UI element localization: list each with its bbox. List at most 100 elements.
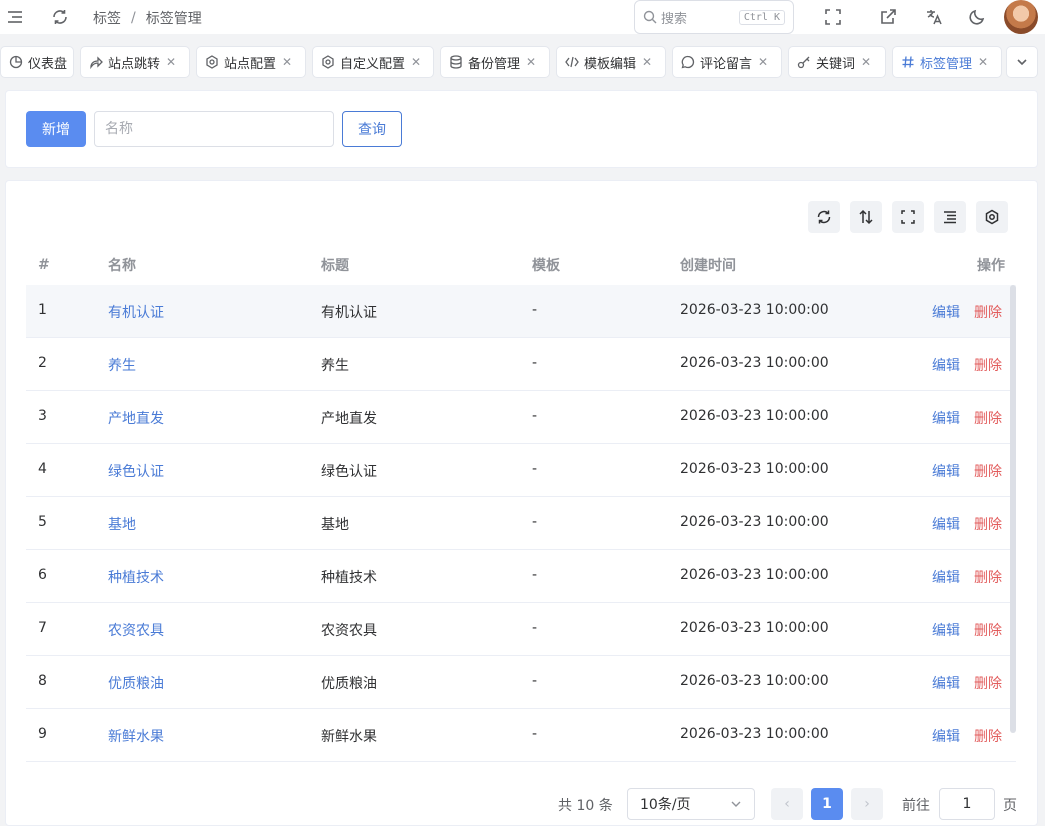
edit-button[interactable]: 编辑 bbox=[932, 673, 960, 693]
cell-title: 绿色认证 bbox=[321, 464, 377, 480]
tabs-bar: 仪表盘 站点跳转 ✕ 站点配置 ✕ 自定义配置 ✕ 备份管理 ✕ 模板编辑 ✕ … bbox=[0, 44, 1045, 80]
tab-comments[interactable]: 评论留言 ✕ bbox=[672, 46, 782, 78]
table-density-button[interactable] bbox=[934, 201, 966, 233]
next-page-button[interactable]: › bbox=[851, 788, 883, 820]
cell-name-link[interactable]: 新鲜水果 bbox=[108, 726, 164, 746]
cell-index: 5 bbox=[38, 514, 47, 530]
prev-page-button[interactable]: ‹ bbox=[771, 788, 803, 820]
dark-mode-icon[interactable] bbox=[962, 2, 992, 32]
cell-created-time: 2026-03-23 10:00:00 bbox=[680, 726, 829, 742]
tabs-more-button[interactable] bbox=[1006, 46, 1038, 78]
edit-button[interactable]: 编辑 bbox=[932, 302, 960, 322]
search-shortcut: Ctrl K bbox=[738, 9, 785, 25]
cell-created-time: 2026-03-23 10:00:00 bbox=[680, 408, 829, 424]
cell-title: 有机认证 bbox=[321, 305, 377, 321]
tab-label: 自定义配置 bbox=[340, 56, 406, 72]
tab-tag-management[interactable]: 标签管理 ✕ bbox=[892, 46, 1002, 78]
page-number-current[interactable]: 1 bbox=[811, 788, 843, 820]
edit-button[interactable]: 编辑 bbox=[932, 461, 960, 481]
cell-name-link[interactable]: 有机认证 bbox=[108, 302, 164, 322]
user-avatar[interactable] bbox=[1004, 0, 1038, 34]
global-search[interactable]: 搜索 Ctrl K bbox=[634, 0, 794, 34]
edit-button[interactable]: 编辑 bbox=[932, 726, 960, 746]
edit-button[interactable]: 编辑 bbox=[932, 408, 960, 428]
table-sort-button[interactable] bbox=[850, 201, 882, 233]
cell-created-time: 2026-03-23 10:00:00 bbox=[680, 620, 829, 636]
close-icon[interactable]: ✕ bbox=[861, 55, 871, 69]
cell-name-link[interactable]: 养生 bbox=[108, 355, 136, 375]
cell-name-link[interactable]: 基地 bbox=[108, 514, 136, 534]
close-icon[interactable]: ✕ bbox=[526, 55, 536, 69]
page-size-select[interactable]: 10条/页 bbox=[627, 788, 755, 820]
close-icon[interactable]: ✕ bbox=[282, 55, 292, 69]
cell-index: 3 bbox=[38, 408, 47, 424]
search-icon bbox=[643, 10, 657, 24]
tab-site-redirect[interactable]: 站点跳转 ✕ bbox=[80, 46, 190, 78]
table-row: 2 养生 养生 - 2026-03-23 10:00:00 编辑 删除 bbox=[26, 338, 1016, 391]
cell-name-link[interactable]: 优质粮油 bbox=[108, 673, 164, 693]
close-icon[interactable]: ✕ bbox=[642, 55, 652, 69]
cell-index: 1 bbox=[38, 302, 47, 318]
table-settings-button[interactable] bbox=[976, 201, 1008, 233]
name-search-input[interactable] bbox=[94, 111, 334, 147]
delete-button[interactable]: 删除 bbox=[974, 461, 1002, 481]
cell-name-link[interactable]: 种植技术 bbox=[108, 567, 164, 587]
delete-button[interactable]: 删除 bbox=[974, 726, 1002, 746]
tab-custom-config[interactable]: 自定义配置 ✕ bbox=[312, 46, 434, 78]
delete-button[interactable]: 删除 bbox=[974, 514, 1002, 534]
delete-button[interactable]: 删除 bbox=[974, 302, 1002, 322]
cell-name-link[interactable]: 农资农具 bbox=[108, 620, 164, 640]
column-header: 操作 bbox=[977, 258, 1005, 274]
tab-template-edit[interactable]: 模板编辑 ✕ bbox=[556, 46, 666, 78]
tab-dashboard[interactable]: 仪表盘 bbox=[0, 46, 74, 78]
cell-name-link[interactable]: 产地直发 bbox=[108, 408, 164, 428]
tab-backup[interactable]: 备份管理 ✕ bbox=[440, 46, 550, 78]
delete-button[interactable]: 删除 bbox=[974, 673, 1002, 693]
gear-icon bbox=[321, 55, 335, 69]
goto-label: 前往 bbox=[902, 798, 930, 814]
tab-label: 评论留言 bbox=[700, 56, 753, 72]
tab-label: 站点配置 bbox=[224, 56, 277, 72]
table-card: # 名称 标题 模板 创建时间 操作 1 有机认证 有机认证 - 2026-03-23 … bbox=[5, 180, 1038, 826]
table-fullscreen-button[interactable] bbox=[892, 201, 924, 233]
query-button[interactable]: 查询 bbox=[342, 111, 402, 147]
goto-page-input[interactable] bbox=[939, 788, 995, 820]
gear-icon bbox=[205, 55, 219, 69]
breadcrumb-item[interactable]: 标签 bbox=[93, 8, 121, 28]
menu-toggle-icon[interactable] bbox=[0, 2, 30, 32]
table-row: 4 绿色认证 绿色认证 - 2026-03-23 10:00:00 编辑 删除 bbox=[26, 444, 1016, 497]
cell-name-link[interactable]: 绿色认证 bbox=[108, 461, 164, 481]
delete-button[interactable]: 删除 bbox=[974, 567, 1002, 587]
cell-template: - bbox=[532, 673, 538, 689]
close-icon[interactable]: ✕ bbox=[758, 55, 768, 69]
edit-button[interactable]: 编辑 bbox=[932, 355, 960, 375]
close-icon[interactable]: ✕ bbox=[166, 55, 176, 69]
delete-button[interactable]: 删除 bbox=[974, 620, 1002, 640]
close-icon[interactable]: ✕ bbox=[411, 55, 421, 69]
tab-keywords[interactable]: 关键词 ✕ bbox=[788, 46, 886, 78]
fullscreen-icon bbox=[901, 210, 915, 224]
edit-button[interactable]: 编辑 bbox=[932, 620, 960, 640]
cell-title: 种植技术 bbox=[321, 570, 377, 586]
table-row: 5 基地 基地 - 2026-03-23 10:00:00 编辑 删除 bbox=[26, 497, 1016, 550]
column-header: # bbox=[38, 257, 50, 273]
delete-button[interactable]: 删除 bbox=[974, 408, 1002, 428]
table-refresh-button[interactable] bbox=[808, 201, 840, 233]
table-header: # 名称 标题 模板 创建时间 操作 bbox=[26, 245, 1016, 285]
code-icon bbox=[565, 55, 579, 69]
tab-label: 站点跳转 bbox=[108, 56, 161, 72]
tab-site-config[interactable]: 站点配置 ✕ bbox=[196, 46, 306, 78]
add-button[interactable]: 新增 bbox=[26, 111, 86, 147]
fullscreen-icon[interactable] bbox=[818, 2, 848, 32]
edit-button[interactable]: 编辑 bbox=[932, 514, 960, 534]
tab-label: 模板编辑 bbox=[584, 56, 637, 72]
delete-button[interactable]: 删除 bbox=[974, 355, 1002, 375]
refresh-icon[interactable] bbox=[45, 2, 75, 32]
table-scrollbar[interactable] bbox=[1010, 285, 1016, 733]
external-link-icon[interactable] bbox=[873, 2, 903, 32]
cell-created-time: 2026-03-23 10:00:00 bbox=[680, 461, 829, 477]
cell-index: 6 bbox=[38, 567, 47, 583]
edit-button[interactable]: 编辑 bbox=[932, 567, 960, 587]
translate-icon[interactable] bbox=[919, 2, 949, 32]
close-icon[interactable]: ✕ bbox=[978, 55, 988, 69]
